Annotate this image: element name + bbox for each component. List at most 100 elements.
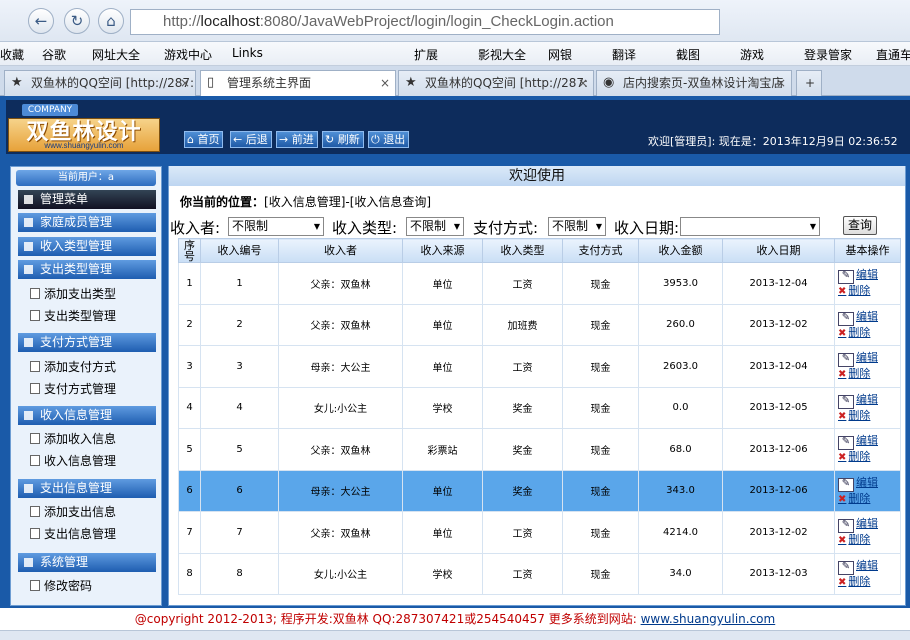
menu-group-expense[interactable]: 支出信息管理 — [18, 479, 156, 498]
operation-cell: 编辑删除 — [834, 303, 901, 346]
menu-item[interactable]: 添加支出类型 — [29, 285, 116, 302]
menu-group-system[interactable]: 系统管理 — [18, 553, 156, 572]
query-button[interactable]: 查询 — [843, 216, 877, 235]
bookmark-item[interactable]: 收藏 — [0, 46, 24, 63]
bookmark-item[interactable]: 游戏中心 — [164, 46, 212, 63]
close-icon[interactable]: × — [578, 71, 588, 95]
table-cell: 女儿:小公主 — [278, 552, 403, 595]
table-cell: 学校 — [402, 552, 483, 595]
back-button[interactable]: ← 后退 — [230, 131, 272, 148]
close-icon[interactable]: × — [776, 71, 786, 95]
menu-item[interactable]: 添加支付方式 — [29, 358, 116, 375]
menu-item[interactable]: 添加收入信息 — [29, 430, 116, 447]
bookmark-item[interactable]: 游戏 — [740, 46, 764, 63]
edit-link[interactable]: 编辑 — [838, 393, 900, 409]
edit-link[interactable]: 编辑 — [838, 434, 900, 450]
edit-link[interactable]: 编辑 — [838, 351, 900, 367]
browser-tab[interactable]: ◉ 店内搜索页-双鱼林设计淘宝店 × — [596, 70, 792, 96]
browser-tab[interactable]: ★ 双鱼林的QQ空间 [http://287: × — [398, 70, 594, 96]
table-cell: 7 — [200, 511, 279, 554]
bookmark-item[interactable]: 网址大全 — [92, 46, 140, 63]
site-logo: 双鱼林设计 www.shuangyulin.com — [8, 118, 160, 152]
table-row[interactable]: 33母亲：大公主单位工资现金2603.02013-12-04编辑删除 — [178, 345, 901, 388]
edit-link[interactable]: 编辑 — [838, 476, 900, 492]
delete-link[interactable]: 删除 — [838, 575, 900, 589]
table-cell: 68.0 — [638, 428, 723, 471]
menu-item[interactable]: 支出信息管理 — [29, 525, 116, 542]
menu-group-income-type[interactable]: 收入类型管理 — [18, 237, 156, 256]
delete-link[interactable]: 删除 — [838, 367, 900, 381]
table-cell: 34.0 — [638, 552, 723, 595]
menu-group-expense-type[interactable]: 支出类型管理 — [18, 260, 156, 279]
table-cell: 5 — [178, 428, 201, 471]
delete-link[interactable]: 删除 — [838, 326, 900, 340]
table-row[interactable]: 77父亲：双鱼林单位工资现金4214.02013-12-02编辑删除 — [178, 511, 901, 554]
edit-link[interactable]: 编辑 — [838, 517, 900, 533]
logout-button[interactable]: ⏻ 退出 — [368, 131, 410, 148]
refresh-icon[interactable]: ↻ — [64, 8, 90, 34]
back-icon[interactable]: ← — [28, 8, 54, 34]
edit-link[interactable]: 编辑 — [838, 268, 900, 284]
table-row[interactable]: 55父亲：双鱼林彩票站奖金现金68.02013-12-06编辑删除 — [178, 428, 901, 471]
delete-link[interactable]: 删除 — [838, 409, 900, 423]
menu-item[interactable]: 支出类型管理 — [29, 307, 116, 324]
menu-group-payment[interactable]: 支付方式管理 — [18, 333, 156, 352]
delete-link[interactable]: 删除 — [838, 284, 900, 298]
star-icon: ★ — [11, 75, 23, 90]
url-input[interactable]: http://localhost:8080/JavaWebProject/log… — [130, 9, 720, 35]
menu-item[interactable]: 添加支出信息 — [29, 503, 116, 520]
table-cell: 现金 — [562, 303, 639, 346]
table-cell: 母亲：大公主 — [278, 345, 403, 388]
column-header: 收入来源 — [402, 238, 483, 263]
table-cell: 单位 — [402, 511, 483, 554]
table-cell: 0.0 — [638, 386, 723, 429]
payment-label: 支付方式: — [473, 219, 539, 237]
close-icon[interactable]: × — [380, 71, 390, 95]
menu-group-income[interactable]: 收入信息管理 — [18, 406, 156, 425]
bookmark-item[interactable]: 登录管家 — [804, 46, 852, 63]
delete-link[interactable]: 删除 — [838, 492, 900, 506]
date-input[interactable] — [680, 217, 820, 236]
menu-item[interactable]: 收入信息管理 — [29, 452, 116, 469]
bookmark-item[interactable]: Links — [232, 46, 263, 60]
table-cell: 工资 — [482, 262, 563, 305]
bookmark-item[interactable]: 影视大全 — [478, 46, 526, 63]
delete-link[interactable]: 删除 — [838, 533, 900, 547]
bookmark-item[interactable]: 翻译 — [612, 46, 636, 63]
home-button[interactable]: ⌂ 首页 — [184, 131, 224, 148]
table-cell: 2013-12-02 — [722, 511, 835, 554]
table-cell: 现金 — [562, 345, 639, 388]
income-type-select[interactable]: 不限制 — [406, 217, 464, 236]
edit-link[interactable]: 编辑 — [838, 559, 900, 575]
menu-item[interactable]: 支付方式管理 — [29, 380, 116, 397]
table-cell: 3 — [200, 345, 279, 388]
browser-tab-active[interactable]: ▯ 管理系统主界面 × — [200, 70, 396, 97]
table-cell: 6 — [200, 469, 279, 512]
bookmark-item[interactable]: 截图 — [676, 46, 700, 63]
table-row[interactable]: 88女儿:小公主学校工资现金34.02013-12-03编辑删除 — [178, 552, 901, 595]
menu-item[interactable]: 修改密码 — [29, 577, 92, 594]
refresh-button[interactable]: ↻ 刷新 — [322, 131, 364, 148]
edit-link[interactable]: 编辑 — [838, 310, 900, 326]
bookmark-item[interactable]: 直通车 — [876, 46, 910, 63]
table-row[interactable]: 44女儿:小公主学校奖金现金0.02013-12-05编辑删除 — [178, 386, 901, 429]
table-cell: 2013-12-06 — [722, 428, 835, 471]
table-row[interactable]: 11父亲：双鱼林单位工资现金3953.02013-12-04编辑删除 — [178, 262, 901, 305]
table-row[interactable]: 22父亲：双鱼林单位加班费现金260.02013-12-02编辑删除 — [178, 303, 901, 346]
payer-select[interactable]: 不限制 — [228, 217, 324, 236]
bookmark-item[interactable]: 网银 — [548, 46, 572, 63]
delete-link[interactable]: 删除 — [838, 450, 900, 464]
home-icon[interactable]: ⌂ — [98, 8, 124, 34]
column-header: 基本操作 — [834, 238, 901, 263]
forward-button[interactable]: → 前进 — [276, 131, 318, 148]
table-cell: 2013-12-05 — [722, 386, 835, 429]
table-row[interactable]: 66母亲：大公主单位奖金现金343.02013-12-06编辑删除 — [178, 469, 901, 512]
new-tab-button[interactable]: + — [796, 70, 822, 96]
payment-select[interactable]: 不限制 — [548, 217, 606, 236]
bookmark-item[interactable]: 谷歌 — [42, 46, 66, 63]
footer-link[interactable]: www.shuangyulin.com — [641, 612, 776, 626]
menu-group-family[interactable]: 家庭成员管理 — [18, 213, 156, 232]
bookmark-item[interactable]: 扩展 — [414, 46, 438, 63]
close-icon[interactable]: × — [180, 71, 190, 95]
browser-tab[interactable]: ★ 双鱼林的QQ空间 [http://287: × — [4, 70, 196, 96]
